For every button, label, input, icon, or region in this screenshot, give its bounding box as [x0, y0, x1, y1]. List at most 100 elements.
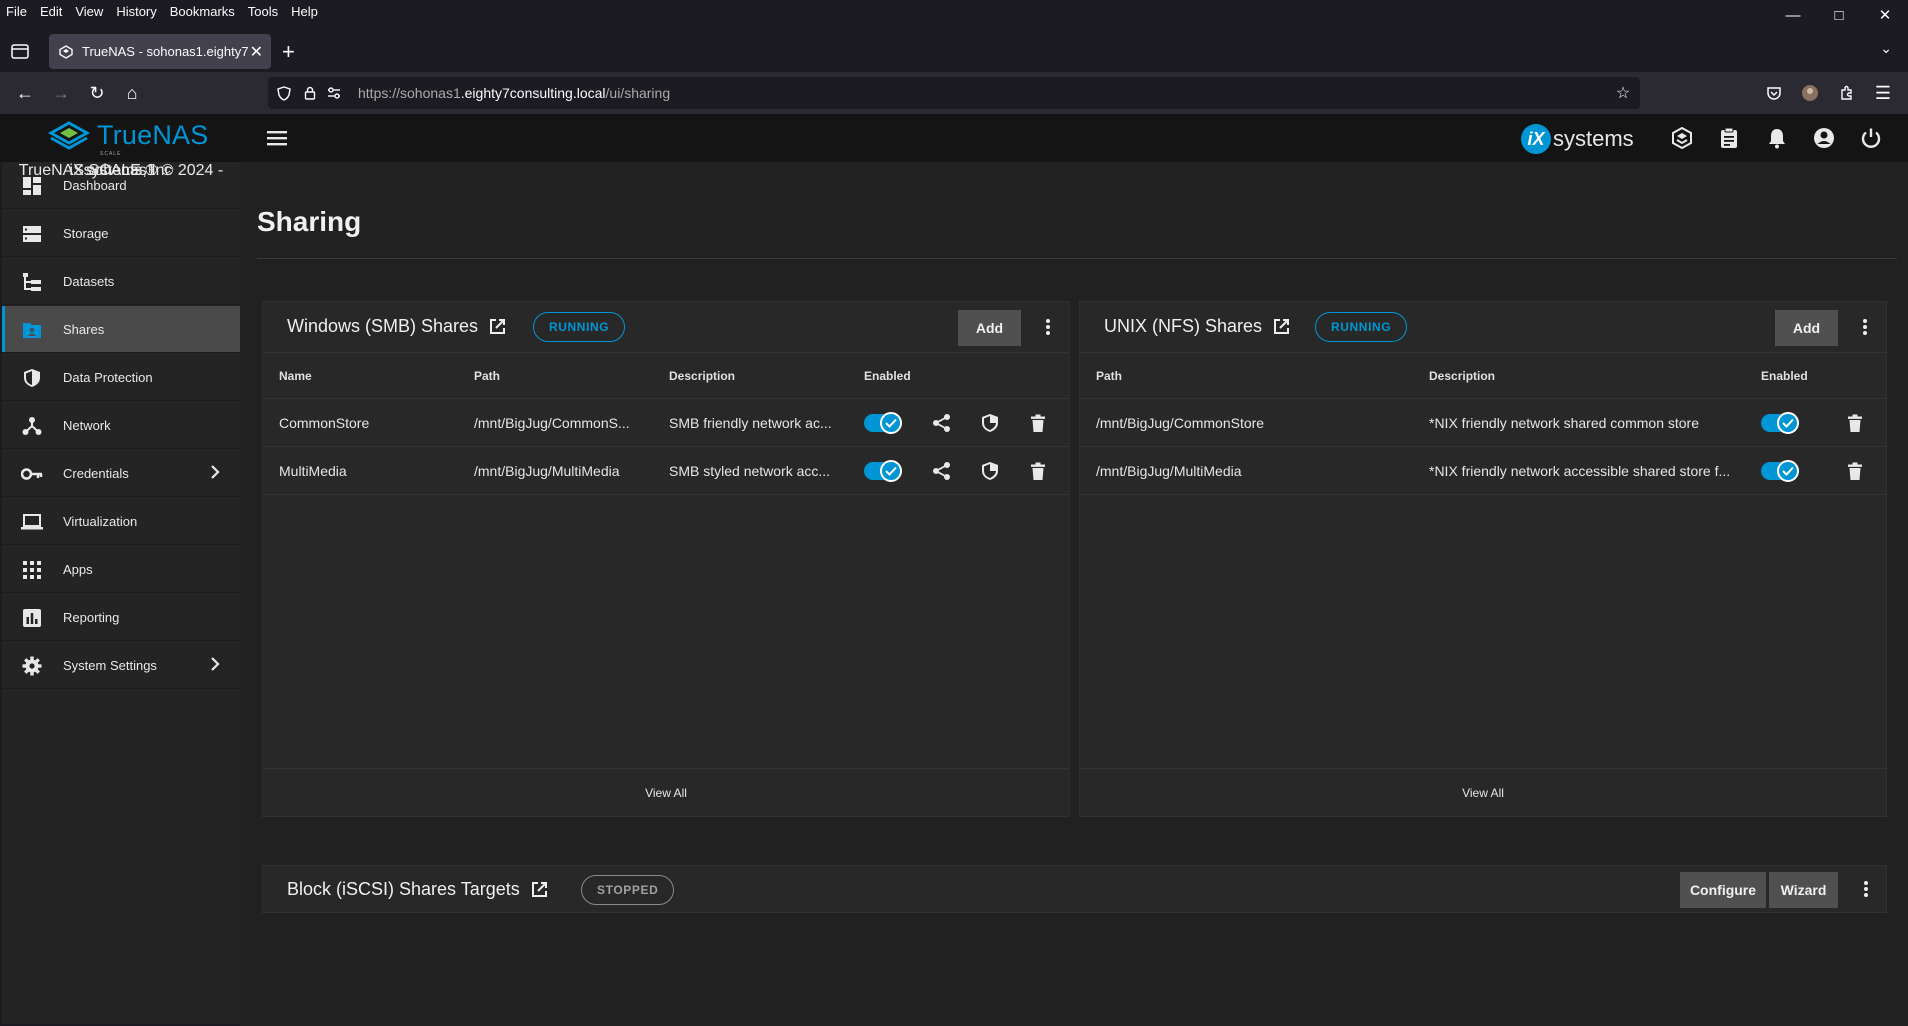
- sidebar-item-credentials[interactable]: Credentials: [2, 450, 240, 497]
- delete-icon[interactable]: [1027, 412, 1049, 434]
- sidebar-item-data-protection[interactable]: Data Protection: [2, 354, 240, 401]
- delete-icon[interactable]: [1027, 460, 1049, 482]
- chevron-right-icon: [210, 655, 220, 676]
- column-header[interactable]: Name: [279, 369, 312, 383]
- card-header: UNIX (NFS) Shares RUNNING Add: [1080, 302, 1886, 352]
- security-shield-icon[interactable]: [979, 412, 1001, 434]
- enabled-toggle[interactable]: [864, 412, 902, 434]
- more-vert-icon[interactable]: [1856, 879, 1876, 899]
- configure-button[interactable]: Configure: [1680, 872, 1766, 908]
- share-icon[interactable]: [931, 412, 953, 434]
- sidebar-item-system-settings[interactable]: System Settings: [2, 642, 240, 689]
- sidebar-item-virtualization[interactable]: Virtualization: [2, 498, 240, 545]
- column-header[interactable]: Description: [1429, 369, 1495, 383]
- power-icon[interactable]: [1859, 126, 1883, 150]
- notifications-bell-icon[interactable]: [1765, 126, 1789, 150]
- ixsystems-logo[interactable]: iX systems: [1521, 124, 1634, 154]
- key-icon: [21, 463, 43, 485]
- permissions-icon[interactable]: [326, 85, 342, 101]
- view-all-link[interactable]: View All: [263, 768, 1069, 816]
- column-header[interactable]: Enabled: [864, 369, 911, 383]
- company-link[interactable]: iXsystems, Inc: [2, 162, 240, 180]
- sidebar-item-network[interactable]: Network: [2, 402, 240, 449]
- delete-icon[interactable]: [1844, 412, 1866, 434]
- extensions-icon[interactable]: [1836, 82, 1858, 104]
- forward-icon[interactable]: →: [50, 82, 72, 104]
- share-icon[interactable]: [931, 460, 953, 482]
- app-menu-icon[interactable]: ☰: [1872, 82, 1894, 104]
- enabled-toggle[interactable]: [1761, 460, 1799, 482]
- url-bar[interactable]: https://sohonas1.eighty7consulting.local…: [268, 77, 1640, 109]
- column-header[interactable]: Path: [1096, 369, 1122, 383]
- sidebar-item-shares[interactable]: Shares: [2, 306, 240, 353]
- menu-tools[interactable]: Tools: [241, 4, 284, 19]
- truenas-logo[interactable]: TrueNAS SCALE: [47, 120, 208, 157]
- new-tab-icon[interactable]: +: [282, 39, 295, 65]
- add-smb-share-button[interactable]: Add: [958, 310, 1021, 346]
- card-header: Windows (SMB) Shares RUNNING Add: [263, 302, 1069, 352]
- more-vert-icon[interactable]: [1038, 317, 1058, 337]
- tab-list-icon[interactable]: [10, 42, 30, 60]
- open-in-new-icon[interactable]: [489, 318, 506, 335]
- open-in-new-icon[interactable]: [531, 881, 548, 898]
- enabled-toggle[interactable]: [864, 460, 902, 482]
- sidebar-item-label: Network: [63, 417, 111, 433]
- shield-tracking-icon[interactable]: [276, 85, 292, 101]
- security-shield-icon[interactable]: [979, 460, 1001, 482]
- pocket-icon[interactable]: [1763, 82, 1785, 104]
- view-all-link[interactable]: View All: [1080, 768, 1886, 816]
- main-content: Sharing Windows (SMB) Shares RUNNING Add…: [240, 162, 1908, 1026]
- menu-help[interactable]: Help: [284, 4, 324, 19]
- apps-grid-icon: [21, 559, 43, 581]
- nfs-card-title[interactable]: UNIX (NFS) Shares: [1104, 316, 1290, 337]
- sidebar-item-datasets[interactable]: Datasets: [2, 258, 240, 305]
- bookmark-star-icon[interactable]: ☆: [1615, 85, 1631, 102]
- table-row[interactable]: /mnt/BigJug/CommonStore *NIX friendly ne…: [1080, 399, 1886, 447]
- hamburger-menu-icon[interactable]: [266, 128, 288, 148]
- close-window-icon[interactable]: ✕: [1862, 0, 1908, 30]
- delete-icon[interactable]: [1844, 460, 1866, 482]
- clipboard-tasks-icon[interactable]: [1717, 126, 1741, 150]
- account-avatar-icon[interactable]: [1799, 82, 1821, 104]
- browser-tab-active[interactable]: TrueNAS - sohonas1.eighty7consulting.loc…: [49, 34, 271, 69]
- more-vert-icon[interactable]: [1855, 317, 1875, 337]
- menu-view[interactable]: View: [68, 4, 109, 19]
- maximize-icon[interactable]: □: [1816, 0, 1862, 30]
- column-header[interactable]: Description: [669, 369, 735, 383]
- menu-file[interactable]: File: [0, 4, 33, 19]
- chevron-down-icon[interactable]: ⌄: [1880, 40, 1892, 57]
- open-in-new-icon[interactable]: [1273, 318, 1290, 335]
- sidebar-item-storage[interactable]: Storage: [2, 210, 240, 257]
- ix-mark: iX: [1521, 124, 1551, 154]
- url-text[interactable]: https://sohonas1.eighty7consulting.local…: [358, 85, 670, 101]
- sidebar-item-apps[interactable]: Apps: [2, 546, 240, 593]
- lock-icon[interactable]: [302, 85, 318, 101]
- table-row[interactable]: MultiMedia /mnt/BigJug/MultiMedia SMB st…: [263, 447, 1069, 495]
- column-header[interactable]: Path: [474, 369, 500, 383]
- add-nfs-share-button[interactable]: Add: [1775, 310, 1838, 346]
- browser-navbar: ← → ↻ ⌂ https://sohonas1.eighty7consulti…: [0, 72, 1908, 114]
- menu-edit[interactable]: Edit: [33, 4, 68, 19]
- smb-card-title[interactable]: Windows (SMB) Shares: [287, 316, 506, 337]
- back-icon[interactable]: ←: [14, 82, 36, 104]
- column-header[interactable]: Enabled: [1761, 369, 1808, 383]
- table-row[interactable]: /mnt/BigJug/MultiMedia *NIX friendly net…: [1080, 447, 1886, 495]
- menu-bookmarks[interactable]: Bookmarks: [163, 4, 241, 19]
- account-circle-icon[interactable]: [1812, 126, 1836, 150]
- sidebar-item-label: Reporting: [63, 609, 120, 625]
- home-icon[interactable]: ⌂: [121, 82, 143, 104]
- truecommand-icon[interactable]: [1670, 126, 1694, 150]
- table-row[interactable]: CommonStore /mnt/BigJug/CommonS... SMB f…: [263, 399, 1069, 447]
- wizard-button[interactable]: Wizard: [1769, 872, 1838, 908]
- sidebar-item-label: Credentials: [63, 465, 129, 481]
- sidebar-item-reporting[interactable]: Reporting: [2, 594, 240, 641]
- close-tab-icon[interactable]: ✕: [250, 42, 263, 62]
- iscsi-card-title[interactable]: Block (iSCSI) Shares Targets: [287, 879, 548, 900]
- enabled-toggle[interactable]: [1761, 412, 1799, 434]
- minimize-icon[interactable]: —: [1770, 0, 1816, 30]
- share-description: *NIX friendly network accessible shared …: [1429, 463, 1731, 479]
- gear-icon: [21, 655, 43, 677]
- menu-history[interactable]: History: [109, 4, 162, 19]
- reload-icon[interactable]: ↻: [86, 82, 108, 104]
- share-description: *NIX friendly network shared common stor…: [1429, 415, 1699, 431]
